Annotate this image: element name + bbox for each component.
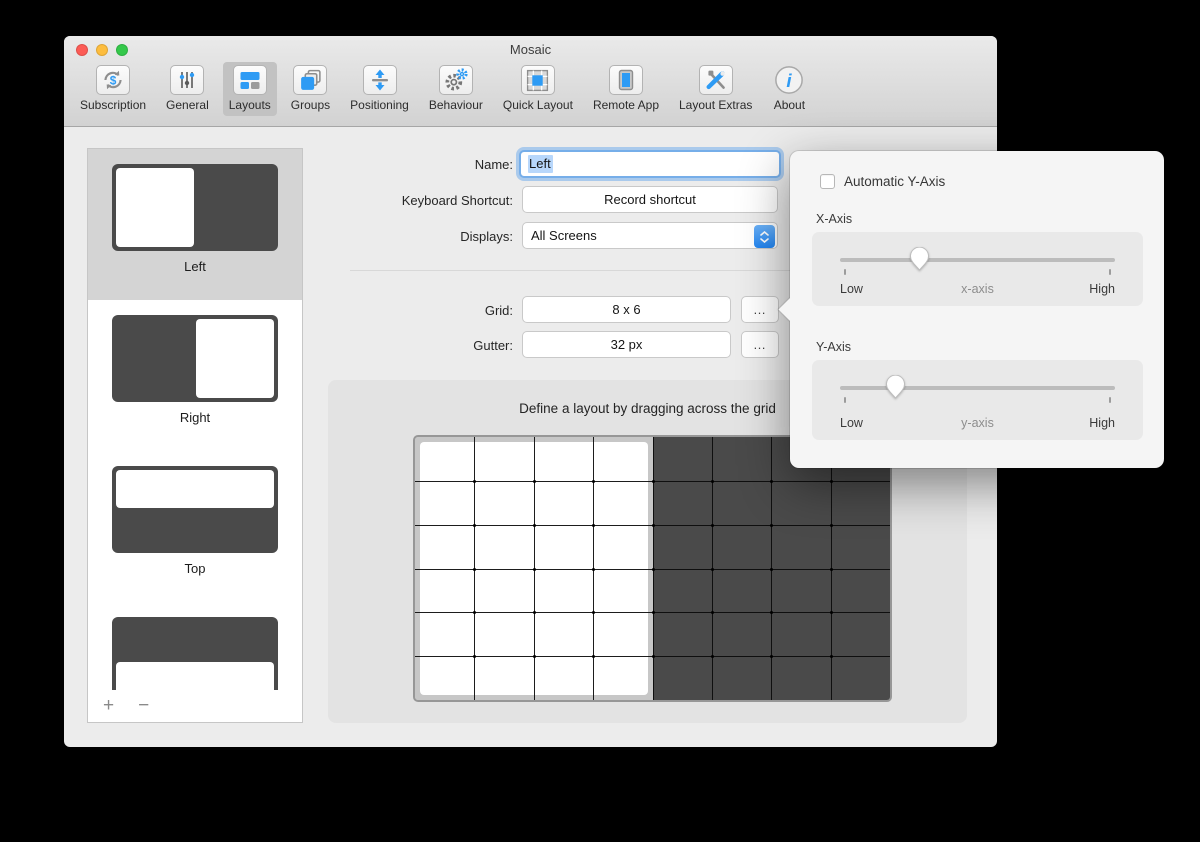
gutter-label: Gutter: <box>353 338 513 353</box>
subscription-icon: $ <box>96 65 130 95</box>
displays-label: Displays: <box>353 229 513 244</box>
automatic-y-axis-checkbox[interactable] <box>820 174 835 189</box>
groups-icon <box>293 65 327 95</box>
toolbar-item-label: Groups <box>291 98 330 112</box>
toolbar: $ Subscription General Layouts Groups Pos… <box>74 62 812 126</box>
remote-app-icon <box>609 65 643 95</box>
toolbar-item-label: Remote App <box>593 98 659 112</box>
grid-size-input[interactable]: 8 x 6 <box>522 296 731 323</box>
y-axis-group: Low y-axis High <box>812 360 1143 440</box>
window-title: Mosaic <box>64 42 997 57</box>
y-axis-slider-thumb[interactable] <box>885 375 906 399</box>
name-label: Name: <box>353 157 513 172</box>
displays-select[interactable]: All Screens <box>522 222 778 249</box>
x-axis-slider-track[interactable] <box>840 258 1115 262</box>
automatic-y-axis-label: Automatic Y-Axis <box>844 174 945 189</box>
layout-item-right[interactable]: Right <box>88 300 302 451</box>
grid-label: Grid: <box>353 303 513 318</box>
add-layout-button[interactable]: + <box>103 697 114 715</box>
gutter-more-button[interactable]: … <box>741 331 779 358</box>
chevron-up-down-icon <box>754 225 775 248</box>
toolbar-item-label: Layouts <box>229 98 271 112</box>
layout-item-left[interactable]: Left <box>88 149 302 300</box>
y-axis-slider-track[interactable] <box>840 386 1115 390</box>
x-axis-title: X-Axis <box>816 212 852 226</box>
quick-layout-icon <box>521 65 555 95</box>
layouts-list: Left Right Top + − <box>87 148 303 723</box>
toolbar-item-label: Behaviour <box>429 98 483 112</box>
keyboard-shortcut-label: Keyboard Shortcut: <box>353 193 513 208</box>
grid-settings-popover: Automatic Y-Axis X-Axis Low x-axis High … <box>790 151 1164 468</box>
toolbar-item-remote-app[interactable]: Remote App <box>587 62 665 116</box>
toolbar-item-label: General <box>166 98 209 112</box>
name-input-value: Left <box>528 155 553 173</box>
toolbar-item-label: About <box>774 98 805 112</box>
layout-item-bottom[interactable] <box>88 602 302 690</box>
about-icon: i <box>772 65 806 95</box>
toolbar-item-quick-layout[interactable]: Quick Layout <box>497 62 579 116</box>
svg-text:$: $ <box>110 73 117 87</box>
toolbar-item-behaviour[interactable]: Behaviour <box>423 62 489 116</box>
title-bar: Mosaic $ Subscription General Layouts Gro… <box>64 36 997 127</box>
layout-item-label: Left <box>88 259 302 274</box>
layout-item-label: Right <box>88 410 302 425</box>
toolbar-item-subscription[interactable]: $ Subscription <box>74 62 152 116</box>
x-axis-group: Low x-axis High <box>812 232 1143 306</box>
layout-thumbnail-top <box>112 466 278 553</box>
layout-thumbnail-right <box>112 315 278 402</box>
layouts-list-footer: + − <box>88 690 302 722</box>
toolbar-item-general[interactable]: General <box>160 62 215 116</box>
remove-layout-button[interactable]: − <box>138 697 149 715</box>
y-axis-high-label: High <box>1089 416 1115 430</box>
record-shortcut-button[interactable]: Record shortcut <box>522 186 778 213</box>
toolbar-item-about[interactable]: i About <box>766 62 812 116</box>
toolbar-item-label: Quick Layout <box>503 98 573 112</box>
layout-grid[interactable] <box>413 435 892 702</box>
toolbar-item-label: Layout Extras <box>679 98 752 112</box>
layout-item-top[interactable]: Top <box>88 451 302 602</box>
svg-text:i: i <box>787 70 793 91</box>
layouts-list-items: Left Right Top <box>88 149 302 690</box>
name-input[interactable]: Left <box>519 150 781 178</box>
x-axis-high-label: High <box>1089 282 1115 296</box>
positioning-icon <box>363 65 397 95</box>
displays-select-value: All Screens <box>531 228 597 243</box>
layout-extras-icon <box>699 65 733 95</box>
toolbar-item-groups[interactable]: Groups <box>285 62 336 116</box>
toolbar-item-label: Positioning <box>350 98 409 112</box>
y-axis-title: Y-Axis <box>816 340 851 354</box>
toolbar-item-label: Subscription <box>80 98 146 112</box>
toolbar-item-layout-extras[interactable]: Layout Extras <box>673 62 758 116</box>
grid-more-button[interactable]: … <box>741 296 779 323</box>
toolbar-item-positioning[interactable]: Positioning <box>344 62 415 116</box>
layout-thumbnail-left <box>112 164 278 251</box>
general-icon <box>170 65 204 95</box>
layout-thumbnail-bottom <box>112 617 278 690</box>
toolbar-item-layouts[interactable]: Layouts <box>223 62 277 116</box>
layouts-icon <box>233 65 267 95</box>
gutter-size-input[interactable]: 32 px <box>522 331 731 358</box>
layout-item-label: Top <box>88 561 302 576</box>
x-axis-slider-thumb[interactable] <box>909 247 930 271</box>
behaviour-icon <box>439 65 473 95</box>
